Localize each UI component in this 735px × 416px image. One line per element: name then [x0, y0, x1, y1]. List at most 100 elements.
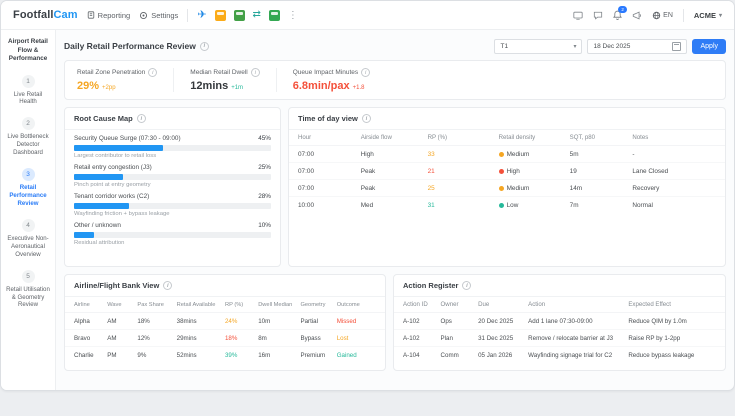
- density-dot-icon: [498, 185, 504, 191]
- kpi-value: 6.8min/pax +1.8: [292, 80, 365, 92]
- cell-density: Medium: [498, 185, 570, 192]
- footfallcam-logo[interactable]: FootfallCam: [13, 9, 78, 21]
- airline-flight-bank-panel: Airline/Flight Bank View AirlineWavePax …: [64, 274, 386, 371]
- kpi-median-retail-dwell: Median Retail Dwell 12mins+1m: [190, 68, 277, 92]
- cell-retail-available: 29mins: [176, 334, 197, 342]
- apply-button[interactable]: Apply: [692, 38, 726, 54]
- bar-track: [74, 144, 271, 151]
- transfer-icon[interactable]: ⇄: [253, 10, 261, 20]
- cause-label: Retail entry congestion (J3): [74, 164, 152, 171]
- bottom-row: Airline/Flight Bank View AirlineWavePax …: [64, 274, 726, 371]
- chevron-down-icon: ▾: [718, 12, 722, 19]
- cell-owner: Plan: [440, 334, 453, 342]
- cell-flow: High: [360, 150, 374, 158]
- step-badge: 3: [21, 168, 35, 182]
- sidebar-item-label: Executive Non-Aeronautical Overview: [7, 234, 49, 258]
- cell-sqt: 5m: [569, 150, 579, 158]
- page-title-text: Daily Retail Performance Review: [64, 41, 196, 51]
- sidebar-item-live-retail-health[interactable]: 1 Live Retail Health: [5, 74, 51, 107]
- step-badge: 2: [21, 117, 35, 131]
- cell-notes: Lane Closed: [632, 167, 669, 175]
- cell-density: High: [498, 168, 570, 175]
- panel-title: Time of day view: [289, 108, 725, 130]
- density-dot-icon: [498, 203, 504, 208]
- info-icon[interactable]: [199, 41, 209, 51]
- cell-owner: Comm: [440, 352, 459, 359]
- more-dots-icon[interactable]: ⋮: [288, 10, 298, 21]
- panel-title: Action Register: [394, 275, 725, 297]
- table-header: Action ID Owner Due Action Expected Effect: [394, 297, 725, 313]
- info-icon[interactable]: [148, 68, 158, 77]
- cell-effect: Reduce bypass leakage: [628, 352, 695, 359]
- cell-due: 05 Jan 2026: [478, 352, 513, 359]
- kpi-label: Retail Zone Penetration: [77, 68, 158, 77]
- info-icon[interactable]: [361, 68, 371, 77]
- bell-icon[interactable]: 2: [613, 6, 628, 20]
- cell-action: Remove / relocate barrier at J3: [528, 334, 614, 342]
- cause-pct: 10%: [258, 222, 271, 229]
- cause-caption: Pinch point at entry geometry: [74, 181, 151, 188]
- bar-fill: [74, 202, 130, 209]
- density-dot-icon: [498, 151, 504, 157]
- panel-title: Root Cause Map: [65, 108, 280, 130]
- language-label: EN: [663, 11, 673, 19]
- cell-retail-available: 38mins: [176, 317, 197, 325]
- info-icon[interactable]: [462, 281, 472, 290]
- cell-action-id: A-104: [403, 352, 420, 359]
- orange-app-icon[interactable]: [214, 9, 226, 21]
- root-cause-list: Security Queue Surge (07:30 - 09:00) 45% …: [65, 130, 280, 246]
- cell-pax-share: 18%: [137, 317, 150, 325]
- header-divider: [187, 8, 189, 22]
- cell-pax-share: 9%: [137, 352, 147, 359]
- app-window: FootfallCam Reporting Settings ✈ ⇄ ⋮ 2 E…: [0, 0, 735, 391]
- kpi-value: 29% +2pp: [77, 80, 116, 92]
- bar-track: [74, 231, 271, 238]
- sidebar-item-label: Live Bottleneck Detector Dashboard: [7, 133, 49, 157]
- green-calendar-icon[interactable]: [268, 9, 280, 21]
- cell-action-id: A-102: [403, 334, 420, 342]
- info-icon[interactable]: [250, 68, 260, 77]
- info-icon[interactable]: [361, 114, 371, 123]
- terminal-select[interactable]: T1 ▾: [494, 38, 583, 54]
- cell-rp: 39%: [224, 352, 238, 359]
- sidebar-item-retail-utilisation[interactable]: 5 Retail Utilisation & Geometry Review: [5, 269, 51, 310]
- kpi-label: Queue Impact Minutes: [293, 68, 371, 77]
- kpi-delta: +1.8: [352, 85, 365, 91]
- cell-outcome: Gained: [336, 352, 357, 359]
- airplane-icon[interactable]: ✈: [197, 9, 206, 21]
- cell-wave: AM: [107, 317, 117, 325]
- sidebar-item-live-bottleneck-detector[interactable]: 2 Live Bottleneck Detector Dashboard: [5, 117, 51, 157]
- kpi-delta: +1m: [231, 85, 244, 91]
- info-icon[interactable]: [163, 281, 173, 290]
- logo-part-1: Footfall: [13, 9, 54, 21]
- cell-effect: Reduce QIM by 1.0m: [628, 317, 687, 325]
- cell-wave: PM: [107, 352, 117, 359]
- cell-hour: 07:00: [298, 167, 314, 175]
- megaphone-icon[interactable]: [632, 11, 642, 20]
- app-shortcut-icons: ✈ ⇄ ⋮: [197, 9, 298, 21]
- cell-due: 31 Dec 2025: [478, 334, 514, 342]
- kiosk-icon[interactable]: [573, 11, 583, 20]
- calendar-icon: [672, 41, 682, 51]
- density-dot-icon: [498, 168, 504, 174]
- sidebar-item-retail-performance-review[interactable]: 3 Retail Performance Review: [5, 168, 51, 208]
- table-header: Airline Wave Pax Share Retail Available RP (…: [65, 297, 385, 313]
- tenant-switcher[interactable]: ACME ▾: [694, 11, 722, 20]
- info-icon[interactable]: [136, 114, 146, 123]
- table-row: 07:00 Peak 21 High 19 Lane Closed: [289, 163, 725, 180]
- green-sheet-icon[interactable]: [233, 9, 245, 21]
- nav-settings[interactable]: Settings: [139, 11, 178, 20]
- sidebar-item-executive-overview[interactable]: 4 Executive Non-Aeronautical Overview: [5, 218, 51, 259]
- nav-reporting[interactable]: Reporting: [87, 11, 130, 20]
- cell-sqt: 14m: [569, 184, 583, 192]
- chat-icon[interactable]: [593, 11, 603, 20]
- date-picker[interactable]: 18 Dec 2025: [587, 38, 688, 54]
- table-row: 07:00 Peak 25 Medium 14m Recovery: [289, 180, 725, 197]
- cause-pct: 25%: [258, 164, 271, 171]
- sidebar: Airport Retail Flow & Performance 1 Live…: [1, 30, 56, 390]
- cell-rp: 31: [427, 202, 435, 209]
- globe-icon: [652, 11, 661, 19]
- cell-density: Low: [498, 202, 570, 209]
- cause-caption: Residual attribution: [74, 239, 125, 246]
- language-switcher[interactable]: EN: [652, 11, 673, 20]
